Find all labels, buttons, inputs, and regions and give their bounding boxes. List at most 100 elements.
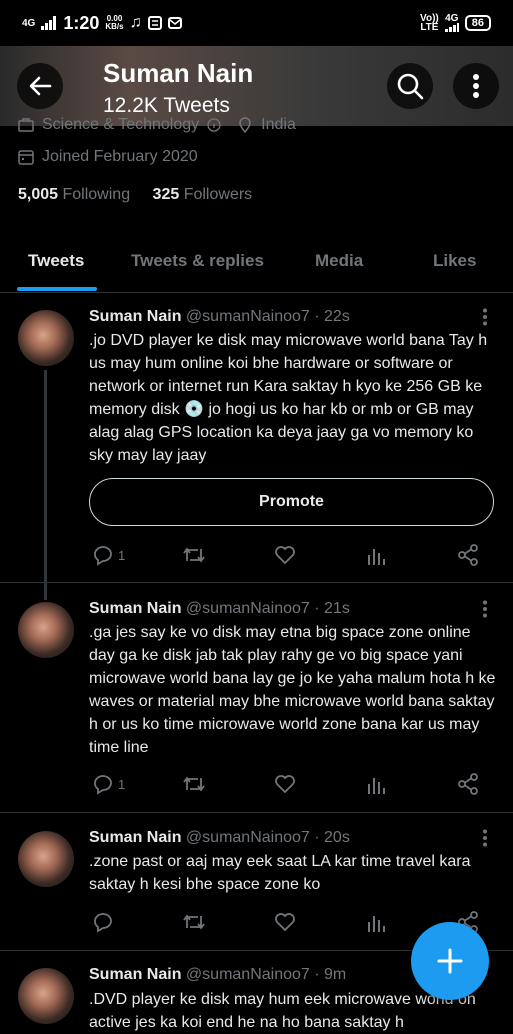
tab-tweets-and-replies[interactable]: Tweets & replies (131, 251, 264, 271)
reply-button[interactable] (91, 910, 118, 934)
tweet-header: Suman Nain @sumanNainoo7 · 21s (89, 600, 350, 618)
analytics-button[interactable] (366, 910, 388, 934)
analytics-icon (368, 916, 385, 932)
reply-button[interactable]: 1 (91, 772, 125, 796)
tweet-header: Suman Nain @sumanNainoo7 · 9m (89, 966, 346, 984)
plus-icon (437, 948, 463, 974)
more-vertical-icon (483, 600, 487, 618)
reply-icon (94, 775, 112, 795)
like-button[interactable] (273, 772, 297, 796)
author-handle: @sumanNainoo7 (185, 829, 310, 846)
compose-tweet-button[interactable] (411, 922, 489, 1000)
tweet-more-button[interactable] (478, 308, 492, 326)
tweet-time: · 21s (314, 600, 350, 617)
author-name[interactable]: Suman Nain (89, 600, 181, 617)
analytics-icon (368, 778, 385, 794)
retweet-icon (183, 547, 205, 563)
mail-icon (167, 16, 182, 30)
profile-category: Science & Technology (42, 116, 200, 133)
back-arrow-icon (29, 76, 52, 96)
retweet-button[interactable] (181, 910, 207, 934)
retweet-icon (183, 914, 205, 930)
tweet-time: · 20s (314, 829, 350, 846)
tweet-divider (0, 582, 513, 583)
tweet-actions: 1 (89, 772, 489, 798)
author-handle: @sumanNainoo7 (185, 308, 310, 325)
tweet-time: · 22s (314, 308, 350, 325)
search-icon (397, 73, 424, 100)
retweet-button[interactable] (181, 772, 207, 796)
avatar[interactable] (18, 602, 74, 658)
following-label: Following (62, 186, 131, 203)
share-button[interactable] (456, 772, 480, 796)
reply-count: 1 (118, 547, 126, 563)
music-icon: ♫ (129, 14, 142, 31)
active-tab-indicator (17, 287, 97, 291)
author-handle: @sumanNainoo7 (185, 600, 310, 617)
header-tweet-count: 12.2K Tweets (103, 94, 230, 117)
followers-count: 325 (152, 186, 180, 203)
author-name[interactable]: Suman Nain (89, 308, 181, 325)
app-notification-icon (147, 16, 162, 30)
more-options-button[interactable] (453, 63, 499, 109)
info-icon[interactable] (207, 118, 221, 132)
header-name: Suman Nain (103, 58, 254, 88)
joined-row: Joined February 2020 (18, 148, 198, 166)
tweet-more-button[interactable] (478, 600, 492, 618)
tweet-actions: 1 (89, 543, 489, 569)
reply-count: 1 (118, 776, 126, 792)
profile-meta-row: Science & Technology India (18, 116, 296, 134)
analytics-button[interactable] (366, 543, 388, 567)
heart-icon (275, 546, 295, 565)
joined-date: Joined February 2020 (42, 148, 198, 165)
tweet-text: .zone past or aaj may eek saat LA kar ti… (89, 853, 471, 893)
share-icon (458, 544, 478, 566)
clock: 1:20 (63, 12, 100, 33)
retweet-icon (183, 776, 205, 792)
followers-link[interactable]: 325 Followers (153, 186, 253, 203)
more-vertical-icon (483, 308, 487, 326)
tweet-text: .ga jes say ke vo disk may etna big spac… (89, 624, 496, 756)
back-button[interactable] (17, 63, 63, 109)
heart-icon (275, 913, 295, 932)
follow-stats: 5,005 Following 325 Followers (18, 186, 252, 204)
speed-unit: KB/s (105, 22, 124, 31)
profile-header: Suman Nain 12.2K Tweets (0, 46, 513, 126)
location-icon (239, 117, 251, 133)
status-bar: 4G 1:20 0.00 KB/s ♫ Vo)) LTE 4G 86 (0, 0, 513, 46)
author-handle: @sumanNainoo7 (185, 966, 310, 983)
followers-label: Followers (183, 186, 253, 203)
more-vertical-icon (473, 74, 479, 98)
reply-icon (94, 913, 112, 933)
share-icon (458, 773, 478, 795)
analytics-icon (368, 549, 385, 565)
author-name[interactable]: Suman Nain (89, 966, 181, 983)
reply-icon (94, 546, 112, 566)
avatar[interactable] (18, 831, 74, 887)
like-button[interactable] (273, 543, 297, 567)
following-link[interactable]: 5,005 Following (18, 186, 130, 203)
heart-icon (275, 775, 295, 794)
tab-tweets[interactable]: Tweets (28, 251, 84, 271)
tweet-more-button[interactable] (478, 829, 492, 847)
tweet-header: Suman Nain @sumanNainoo7 · 20s (89, 829, 350, 847)
network-speed: 0.00 KB/s (105, 15, 123, 31)
like-button[interactable] (273, 910, 297, 934)
tab-media[interactable]: Media (315, 251, 363, 271)
avatar[interactable] (18, 310, 74, 366)
tweet-text: .jo DVD player ke disk may microwave wor… (89, 332, 488, 464)
avatar[interactable] (18, 968, 74, 1024)
profile-location: India (261, 116, 296, 133)
promote-button[interactable]: Promote (89, 478, 494, 526)
author-name[interactable]: Suman Nain (89, 829, 181, 846)
share-button[interactable] (456, 543, 480, 567)
tab-likes[interactable]: Likes (433, 251, 476, 271)
network-label: 4G (22, 17, 36, 29)
analytics-button[interactable] (366, 772, 388, 796)
reply-button[interactable]: 1 (91, 543, 125, 567)
network-label-right: 4G (444, 14, 459, 32)
profile-tabs: Tweets Tweets & replies Media Likes (0, 240, 513, 293)
search-button[interactable] (387, 63, 433, 109)
calendar-icon (18, 150, 34, 165)
retweet-button[interactable] (181, 543, 207, 567)
